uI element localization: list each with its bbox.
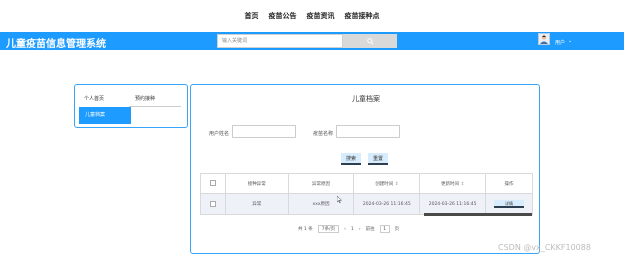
chevron-down-icon[interactable]: ⌄ [568,38,572,44]
row-scroll-indicator [424,213,532,216]
search-icon [366,37,374,45]
nav-vaccine-notice[interactable]: 疫苗公告 [269,11,297,21]
user-avatar-icon [540,35,548,44]
cell-updated: 2024-03-26 11:16:45 [419,193,487,215]
nav-home[interactable]: 首页 [245,11,259,21]
search-input[interactable]: 输入关键词 [217,34,343,48]
col-action: 操作 [485,173,533,194]
search-filter-button[interactable]: 搜索 [341,153,361,165]
goto-page-input[interactable]: 1 [379,225,390,233]
sort-icon[interactable]: ⇕ [460,182,464,187]
username-label[interactable]: 用户 [555,39,565,46]
app-title: 儿童疫苗信息管理系统 [6,39,106,50]
header-bar: 儿童疫苗信息管理系统 输入关键词 [0,32,624,50]
cell-abnormal: 异常 [224,193,289,215]
vaccine-filter-input[interactable] [336,125,400,138]
sidebar-item-profile[interactable]: 个人首页 [84,95,104,102]
page-size-select[interactable]: 7条/页 [317,225,340,233]
row-select-cell[interactable] [200,193,226,215]
sort-icon[interactable]: ⇕ [395,182,399,187]
sidebar-item-appointment[interactable]: 预约接种 [135,95,155,102]
goto-label: 前往 [365,227,375,232]
sidebar-divider [129,106,181,107]
current-page[interactable]: 1 [351,227,354,232]
goto-suffix: 页 [394,227,400,232]
table-row: 异常 xxx原因 2024-03-26 11:16:45 2024-03-26 … [200,193,533,215]
watermark: CSDN @vx_CKKF10088 [498,243,591,252]
cell-reason: xxx原因 [287,193,355,215]
cell-action: 详情 [485,193,533,215]
nav-vaccine-news[interactable]: 疫苗资讯 [307,11,335,21]
cell-created: 2024-03-26 11:16:45 [353,193,421,215]
username-filter-input[interactable] [232,125,296,138]
row-checkbox[interactable] [209,200,216,207]
top-nav: 首页 疫苗公告 疫苗资讯 疫苗接种点 [0,0,624,32]
col-updated[interactable]: 更新时间 ⇕ [419,173,487,194]
col-abnormal: 接种异常 [224,173,289,194]
select-all-checkbox[interactable] [209,180,216,187]
search-button[interactable] [343,34,397,48]
records-table: 接种异常 异常原因 创建时间 ⇕ 更新时间 ⇕ 操作 异常 xxx原因 2024… [200,173,533,215]
pagination-total: 共 1 条 [298,227,313,232]
detail-button[interactable]: 详情 [494,200,524,208]
reset-button[interactable]: 重置 [368,153,388,165]
prev-page-button[interactable]: ‹ [344,227,346,232]
select-all-cell[interactable] [200,173,226,194]
page-title: 儿童档案 [352,95,380,103]
pagination: 共 1 条 7条/页 ‹ 1 › 前往 1 页 [298,224,399,234]
vaccine-filter-label: 疫苗名称 [313,131,334,137]
sidebar: 个人首页 预约接种 儿童档案 [74,84,188,128]
next-page-button[interactable]: › [359,227,361,232]
nav-vaccination-site[interactable]: 疫苗接种点 [345,11,380,21]
mouse-cursor-icon [337,196,342,203]
table-header-row: 接种异常 异常原因 创建时间 ⇕ 更新时间 ⇕ 操作 [200,173,533,194]
avatar[interactable] [538,33,550,45]
col-created[interactable]: 创建时间 ⇕ [353,173,421,194]
col-reason: 异常原因 [287,173,355,194]
username-filter-label: 用户姓名 [209,131,230,137]
sidebar-item-child-records[interactable]: 儿童档案 [79,107,131,124]
